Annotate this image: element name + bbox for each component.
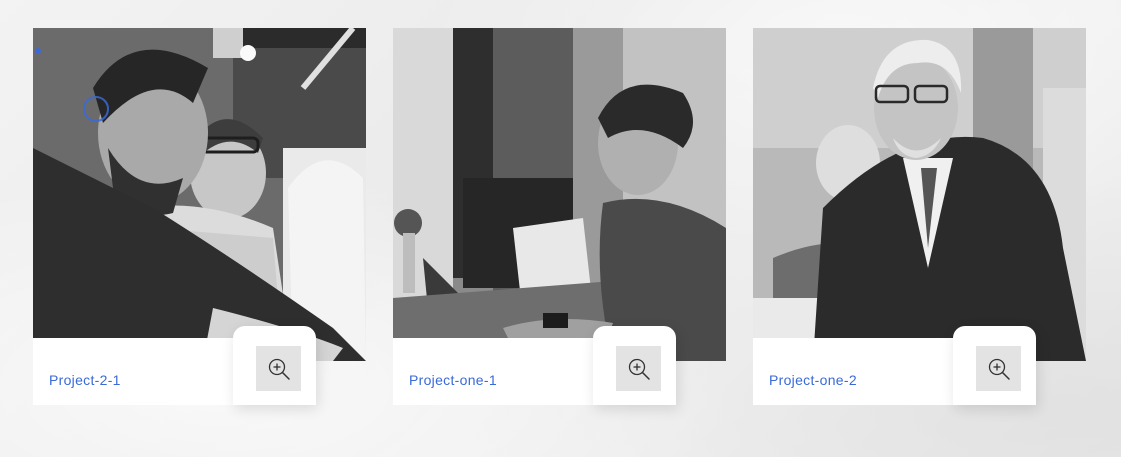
zoom-in-icon (268, 358, 290, 380)
project-title-link[interactable]: Project-2-1 (49, 372, 121, 388)
cursor-indicator (83, 96, 109, 122)
photo-two-men-at-laptop (33, 28, 366, 361)
gallery-item-3[interactable]: Project-one-2 (753, 28, 1086, 405)
photo-man-in-suit (753, 28, 1086, 361)
caption-bar: Project-2-1 (33, 338, 233, 405)
zoom-in-icon (628, 358, 650, 380)
project-photo[interactable] (33, 28, 366, 361)
photo-man-with-laptop (393, 28, 726, 361)
caption-bar: Project-one-2 (753, 338, 953, 405)
zoom-button[interactable] (976, 346, 1021, 391)
caption-bar: Project-one-1 (393, 338, 593, 405)
zoom-button[interactable] (256, 346, 301, 391)
project-title-link[interactable]: Project-one-2 (769, 372, 857, 388)
zoom-panel (233, 326, 316, 405)
gallery-item-2[interactable]: Project-one-1 (393, 28, 726, 405)
zoom-button[interactable] (616, 346, 661, 391)
cursor-dot (35, 48, 41, 54)
project-photo[interactable] (753, 28, 1086, 361)
project-title-link[interactable]: Project-one-1 (409, 372, 497, 388)
zoom-panel (593, 326, 676, 405)
project-photo[interactable] (393, 28, 726, 361)
zoom-in-icon (988, 358, 1010, 380)
zoom-panel (953, 326, 1036, 405)
gallery-item-1[interactable]: Project-2-1 (33, 28, 366, 405)
